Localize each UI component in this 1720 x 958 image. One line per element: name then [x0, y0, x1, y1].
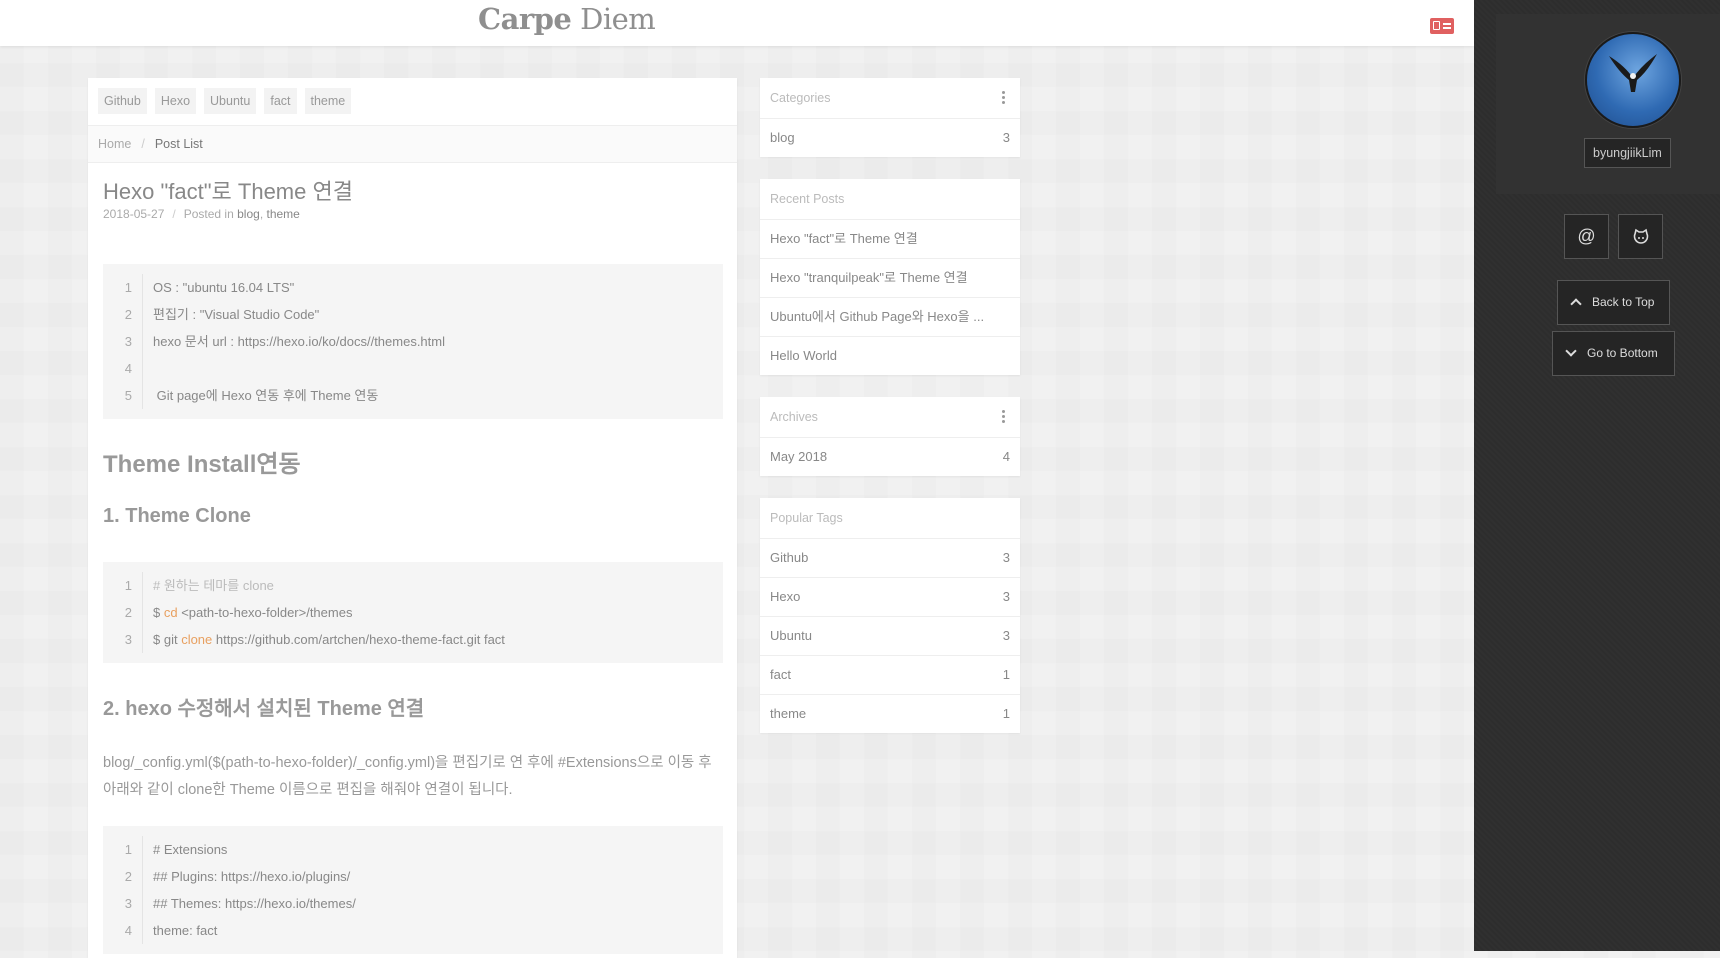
- top-header: Carpe Diem: [0, 0, 1474, 46]
- widget-title: Popular Tags: [760, 498, 1020, 539]
- code-block-clone: 1 # 원하는 테마를 clone 2 $ cd <path-to-hexo-fol…: [103, 562, 723, 663]
- post-date: 2018-05-27: [103, 207, 165, 221]
- widget-title: Categories: [760, 78, 1020, 119]
- post-tags: Github Hexo Ubuntu fact theme: [98, 88, 352, 114]
- recent-post-item[interactable]: Ubuntu에서 Github Page와 Hexo을 ...: [760, 298, 1020, 337]
- code-line: 2 편집기 : "Visual Studio Code": [103, 301, 723, 328]
- heading-theme-clone: 1. Theme Clone: [103, 505, 251, 527]
- email-icon[interactable]: @: [1564, 214, 1609, 259]
- popular-tags-widget: Popular Tags Github 3 Hexo 3 Ubuntu 3 fact 1…: [760, 498, 1020, 733]
- eagle-icon: [1609, 54, 1657, 92]
- widget-title: Archives: [760, 397, 1020, 438]
- posted-in-label: Posted in: [183, 207, 234, 221]
- code-line: 1 # Extensions: [103, 836, 723, 863]
- archive-item[interactable]: May 2018 4: [760, 438, 1020, 476]
- archives-widget: Archives May 2018 4: [760, 397, 1020, 476]
- tag-fact[interactable]: fact: [264, 88, 297, 114]
- chevron-up-icon: [1570, 298, 1582, 310]
- breadcrumb-current: Post List: [154, 137, 203, 151]
- post-card: Github Hexo Ubuntu fact theme Home / Post …: [88, 78, 737, 958]
- tag-hexo[interactable]: Hexo: [154, 88, 197, 114]
- tag-item[interactable]: Ubuntu 3: [760, 617, 1020, 656]
- code-line: 2 ## Plugins: https://hexo.io/plugins/: [103, 863, 723, 890]
- tag-ubuntu[interactable]: Ubuntu: [204, 88, 257, 114]
- site-title[interactable]: Carpe Diem: [478, 2, 656, 36]
- code-line: 1 # 원하는 테마를 clone: [103, 572, 723, 599]
- tag-item[interactable]: Hexo 3: [760, 578, 1020, 617]
- recent-posts-widget: Recent Posts Hexo "fact"로 Theme 연결 Hexo …: [760, 179, 1020, 375]
- widget-title: Recent Posts: [760, 179, 1020, 220]
- tag-theme[interactable]: theme: [304, 88, 352, 114]
- code-block-config: 1 # Extensions 2 ## Plugins: https://hexo.…: [103, 826, 723, 954]
- post-title: Hexo "fact"로 Theme 연결: [103, 179, 353, 204]
- code-line: 2 $ cd <path-to-hexo-folder>/themes: [103, 599, 723, 626]
- category-item[interactable]: blog 3: [760, 119, 1020, 157]
- post-paragraph: blog/_config.yml($(path-to-hexo-folder)/…: [103, 755, 712, 798]
- post-category-blog[interactable]: blog: [237, 207, 260, 221]
- profile-card-icon[interactable]: [1430, 18, 1454, 34]
- more-options-icon[interactable]: [1002, 410, 1005, 425]
- recent-post-item[interactable]: Hello World: [760, 337, 1020, 375]
- go-to-bottom-button[interactable]: Go to Bottom: [1552, 331, 1675, 376]
- tag-github[interactable]: Github: [98, 88, 147, 114]
- code-block-env: 1 OS : "ubuntu 16.04 LTS" 2 편집기 : "Visual …: [103, 264, 723, 419]
- code-line: 4: [103, 355, 723, 382]
- breadcrumb-home[interactable]: Home: [98, 137, 131, 151]
- code-line: 3 ## Themes: https://hexo.io/themes/: [103, 890, 723, 917]
- chevron-down-icon: [1565, 345, 1577, 357]
- profile-sidebar: byungjiikLim @ Back to Top Go to Bottom: [1474, 0, 1720, 951]
- categories-widget: Categories blog 3: [760, 78, 1020, 157]
- heading-theme-config: 2. hexo 수정해서 설치된 Theme 연결: [103, 698, 425, 720]
- code-line: 1 OS : "ubuntu 16.04 LTS": [103, 274, 723, 301]
- code-line: 4 theme: fact: [103, 917, 723, 944]
- back-to-top-button[interactable]: Back to Top: [1557, 280, 1670, 325]
- heading-theme-install: Theme Install연동: [103, 451, 301, 478]
- tag-item[interactable]: Github 3: [760, 539, 1020, 578]
- code-line: 3 hexo 문서 url : https://hexo.io/ko/docs//…: [103, 328, 723, 355]
- post-category-theme[interactable]: theme: [266, 207, 299, 221]
- breadcrumb: Home / Post List: [88, 125, 737, 163]
- more-options-icon[interactable]: [1002, 91, 1005, 106]
- recent-post-item[interactable]: Hexo "tranquilpeak"로 Theme 연결: [760, 259, 1020, 298]
- code-line: 3 $ git clone https://github.com/artchen/…: [103, 626, 723, 653]
- code-line: 5 Git page에 Hexo 연동 후에 Theme 연동: [103, 382, 723, 409]
- avatar: [1585, 32, 1681, 128]
- profile-box: byungjiikLim: [1496, 14, 1720, 194]
- author-name[interactable]: byungjiikLim: [1584, 138, 1671, 168]
- post-meta: 2018-05-27/Posted in blog, theme: [103, 207, 300, 221]
- recent-post-item[interactable]: Hexo "fact"로 Theme 연결: [760, 220, 1020, 259]
- tag-item[interactable]: theme 1: [760, 695, 1020, 733]
- breadcrumb-separator: /: [141, 137, 145, 151]
- github-glyph: [1633, 228, 1648, 245]
- tag-item[interactable]: fact 1: [760, 656, 1020, 695]
- github-icon[interactable]: [1618, 214, 1663, 259]
